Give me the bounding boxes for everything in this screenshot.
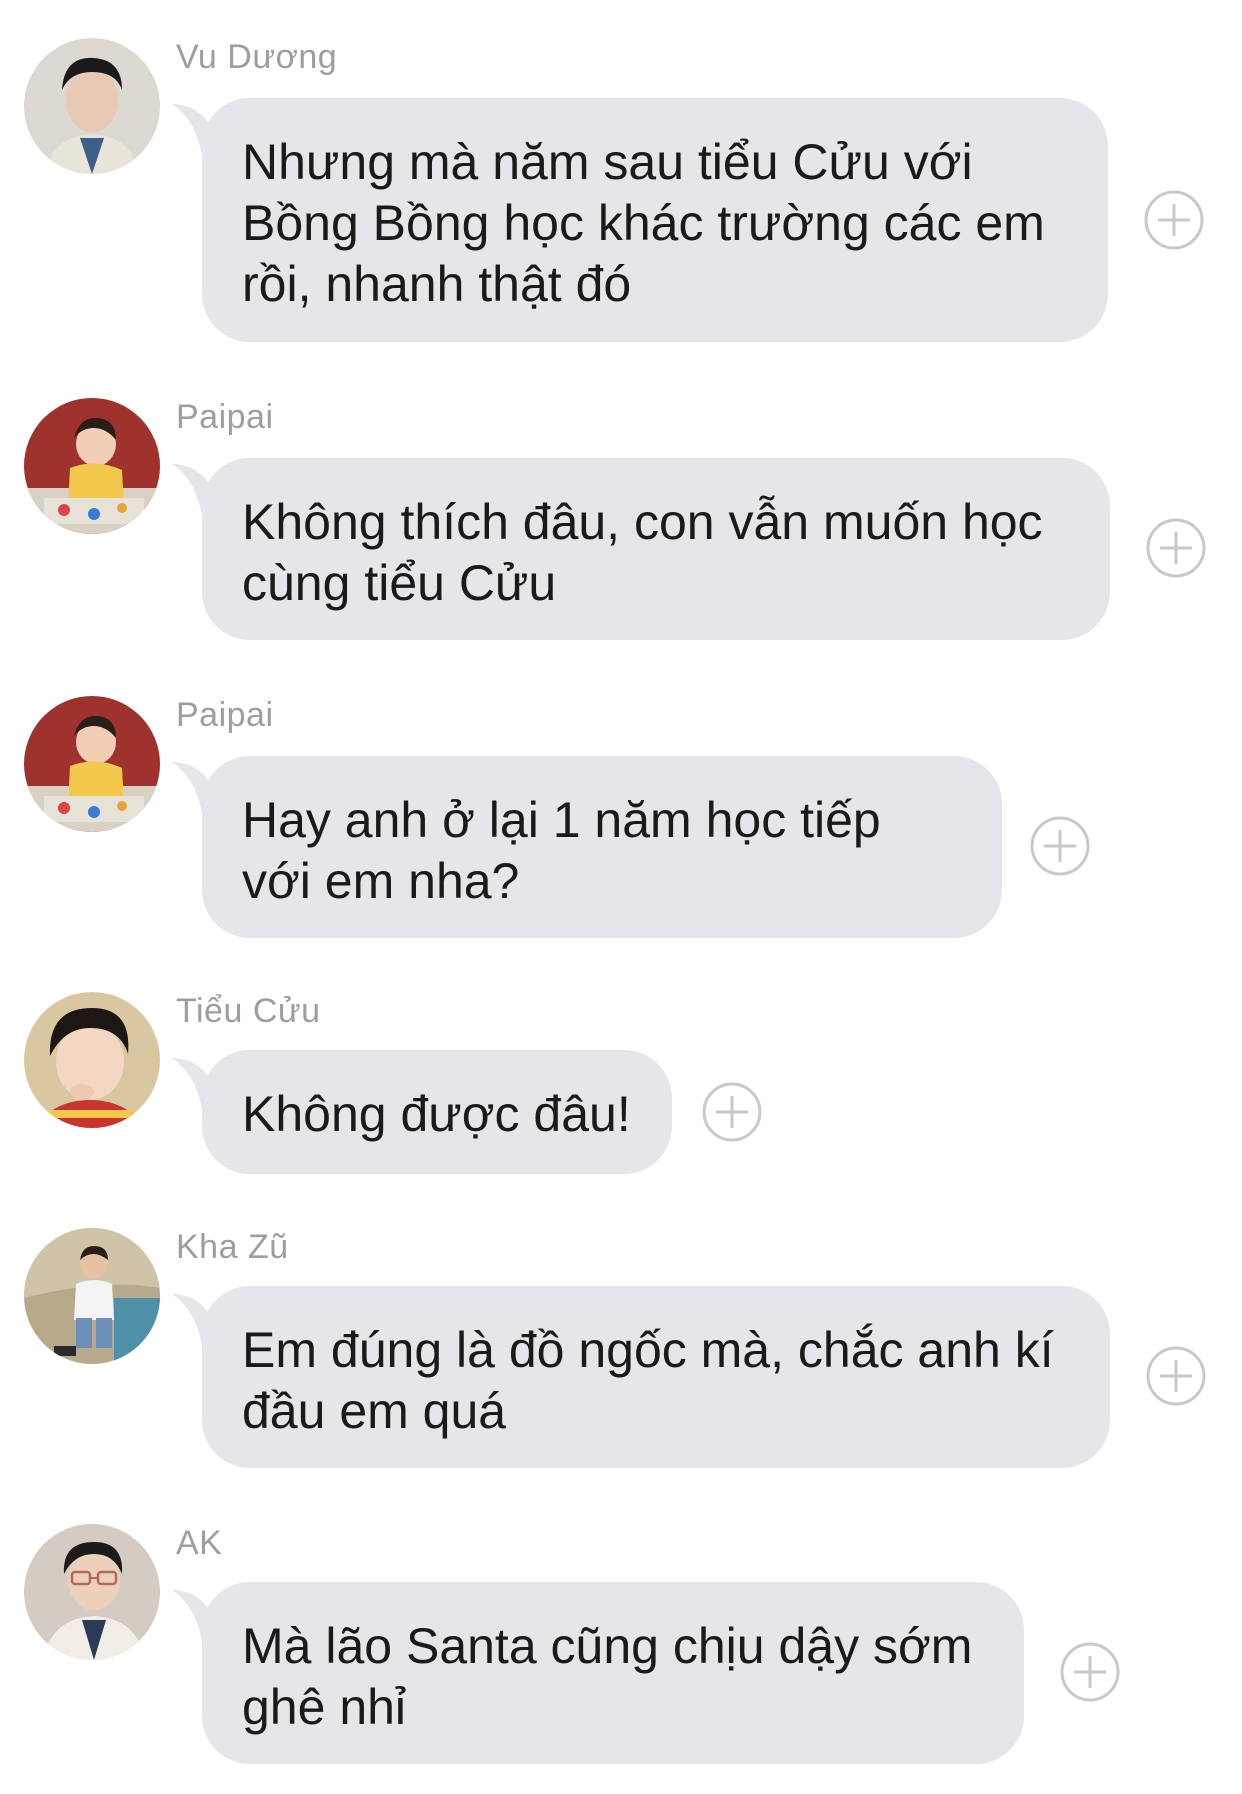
avatar-child-icon bbox=[24, 696, 160, 832]
message-text: Nhưng mà năm sau tiểu Cửu với Bồng Bồng … bbox=[242, 134, 1045, 312]
message-bubble[interactable]: Hay anh ở lại 1 năm học tiếp với em nha? bbox=[202, 756, 1002, 938]
plus-circle-icon bbox=[1060, 1642, 1120, 1702]
message-bubble[interactable]: Mà lão Santa cũng chịu dậy sớm ghê nhỉ bbox=[202, 1582, 1024, 1764]
sender-avatar[interactable] bbox=[24, 1524, 160, 1660]
avatar-child-icon bbox=[24, 1228, 160, 1364]
avatar-man-icon bbox=[24, 38, 160, 174]
add-reaction-button[interactable] bbox=[1030, 816, 1090, 876]
add-reaction-button[interactable] bbox=[1146, 1346, 1206, 1406]
plus-circle-icon bbox=[1030, 816, 1090, 876]
sender-avatar[interactable] bbox=[24, 38, 160, 174]
sender-name: Paipai bbox=[176, 398, 274, 436]
message-text: Không được đâu! bbox=[242, 1086, 631, 1142]
add-reaction-button[interactable] bbox=[1144, 190, 1204, 250]
message-text: Hay anh ở lại 1 năm học tiếp với em nha? bbox=[242, 792, 881, 909]
add-reaction-button[interactable] bbox=[1060, 1642, 1120, 1702]
plus-circle-icon bbox=[1146, 518, 1206, 578]
avatar-man-glasses-icon bbox=[24, 1524, 160, 1660]
avatar-child-icon bbox=[24, 992, 160, 1128]
message-bubble[interactable]: Em đúng là đồ ngốc mà, chắc anh kí đầu e… bbox=[202, 1286, 1110, 1468]
message-text: Không thích đâu, con vẫn muốn học cùng t… bbox=[242, 494, 1043, 611]
message-text: Em đúng là đồ ngốc mà, chắc anh kí đầu e… bbox=[242, 1322, 1054, 1439]
sender-avatar[interactable] bbox=[24, 398, 160, 534]
message-bubble[interactable]: Không thích đâu, con vẫn muốn học cùng t… bbox=[202, 458, 1110, 640]
plus-circle-icon bbox=[702, 1082, 762, 1142]
message-bubble[interactable]: Nhưng mà năm sau tiểu Cửu với Bồng Bồng … bbox=[202, 98, 1108, 342]
sender-name: Paipai bbox=[176, 696, 274, 734]
sender-avatar[interactable] bbox=[24, 992, 160, 1128]
sender-name: Tiểu Cửu bbox=[176, 992, 321, 1030]
sender-avatar[interactable] bbox=[24, 1228, 160, 1364]
plus-circle-icon bbox=[1144, 190, 1204, 250]
avatar-child-icon bbox=[24, 398, 160, 534]
sender-avatar[interactable] bbox=[24, 696, 160, 832]
plus-circle-icon bbox=[1146, 1346, 1206, 1406]
add-reaction-button[interactable] bbox=[1146, 518, 1206, 578]
sender-name: Vu Dương bbox=[176, 38, 338, 76]
message-text: Mà lão Santa cũng chịu dậy sớm ghê nhỉ bbox=[242, 1618, 973, 1735]
add-reaction-button[interactable] bbox=[702, 1082, 762, 1142]
sender-name: Kha Zũ bbox=[176, 1228, 289, 1266]
sender-name: AK bbox=[176, 1524, 223, 1562]
message-bubble[interactable]: Không được đâu! bbox=[202, 1050, 672, 1174]
